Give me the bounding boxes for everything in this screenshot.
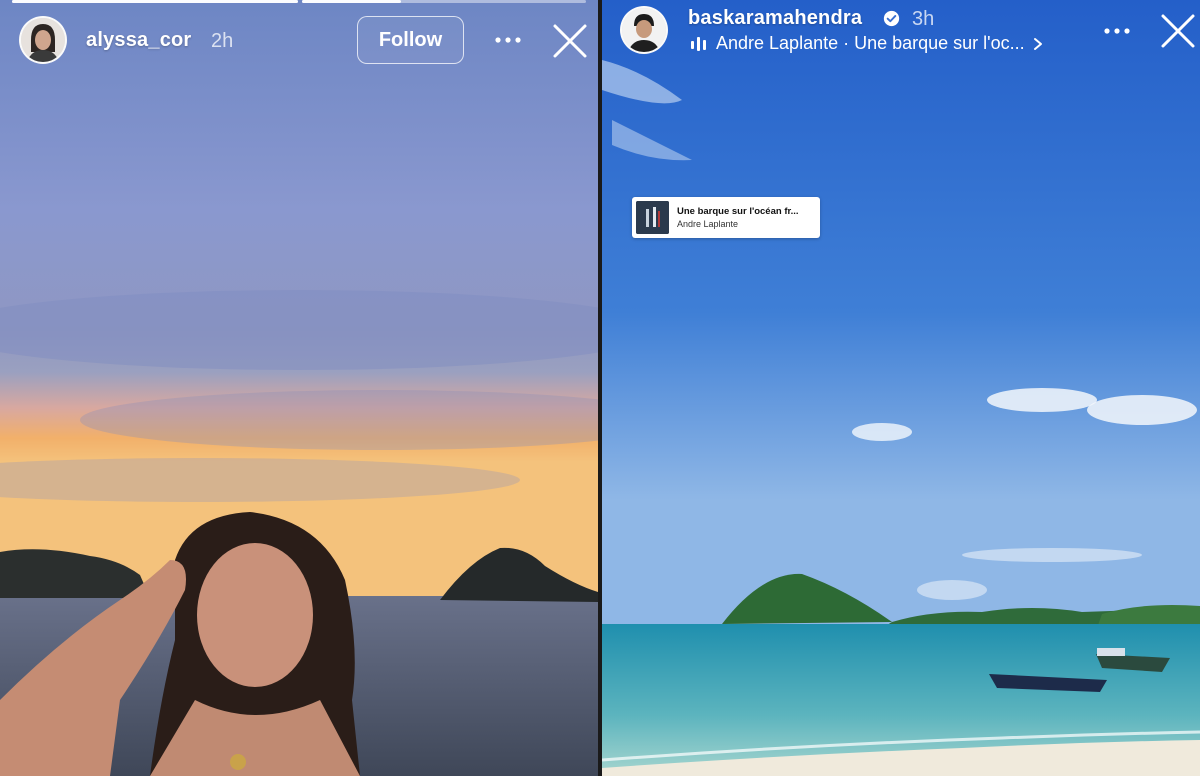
close-icon[interactable] bbox=[1158, 11, 1198, 51]
username[interactable]: baskaramahendra bbox=[688, 7, 862, 30]
chevron-right-icon bbox=[1033, 37, 1042, 50]
story-progress-2-fill bbox=[302, 0, 402, 3]
username[interactable]: alyssa_cor bbox=[86, 29, 191, 52]
avatar[interactable] bbox=[19, 16, 67, 64]
avatar-photo-icon bbox=[21, 18, 65, 62]
more-options-button[interactable] bbox=[1097, 11, 1137, 51]
right-story-photo bbox=[602, 0, 1200, 776]
sticker-song-title: Une barque sur l'océan fr... bbox=[677, 206, 799, 217]
story-progress-2 bbox=[302, 0, 586, 3]
more-options-button[interactable] bbox=[488, 20, 528, 60]
audio-bars-icon bbox=[691, 36, 706, 51]
music-attribution[interactable]: Andre Laplante · Une barque sur l'oc... bbox=[690, 33, 1043, 54]
more-horizontal-icon bbox=[1104, 28, 1130, 34]
verified-badge-icon bbox=[883, 10, 900, 27]
post-time: 3h bbox=[912, 8, 935, 30]
left-story-photo bbox=[0, 0, 598, 776]
story-progress-1-fill bbox=[12, 0, 298, 3]
more-horizontal-icon bbox=[495, 37, 521, 43]
sticker-artist: Andre Laplante bbox=[677, 219, 739, 229]
avatar[interactable] bbox=[620, 6, 668, 54]
story-progress-1 bbox=[12, 0, 298, 3]
avatar-photo-icon bbox=[622, 8, 666, 52]
music-track-text: Andre Laplante · Une barque sur l'oc... bbox=[716, 33, 1025, 53]
right-story-panel[interactable] bbox=[602, 0, 1200, 776]
follow-button[interactable]: Follow bbox=[357, 16, 464, 64]
album-art-icon bbox=[636, 201, 669, 234]
left-story-panel[interactable]: alyssa_cor 2h Follow bbox=[0, 0, 598, 776]
close-icon[interactable] bbox=[550, 21, 590, 61]
album-art bbox=[636, 201, 669, 234]
post-time: 2h bbox=[211, 30, 234, 52]
music-sticker[interactable]: Une barque sur l'océan fr... Andre Lapla… bbox=[632, 197, 820, 238]
